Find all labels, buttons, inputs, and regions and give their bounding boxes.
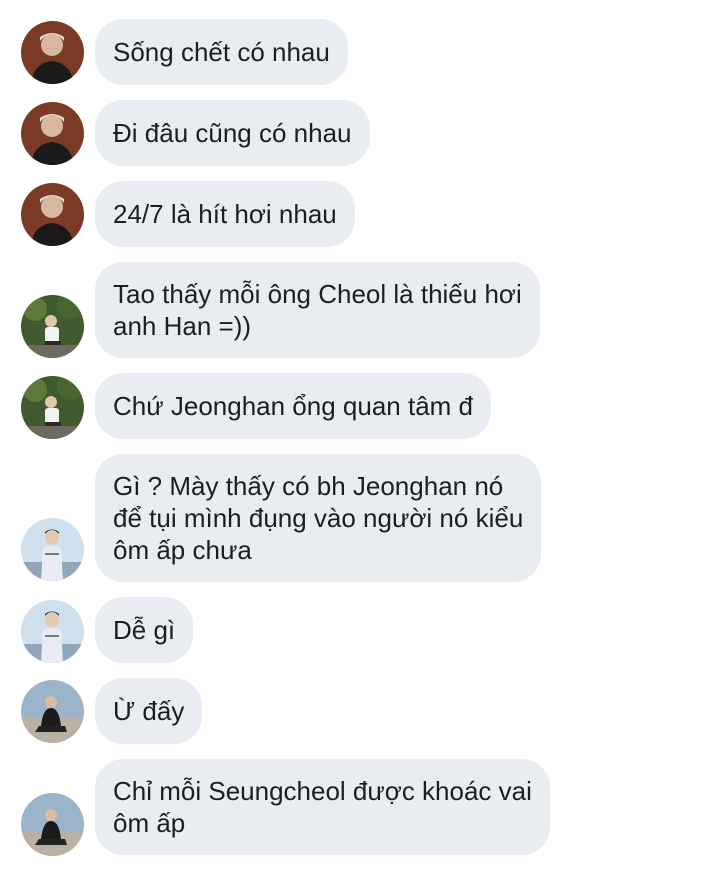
- message-bubble[interactable]: Gì ? Mày thấy có bh Jeonghan nó để tụi m…: [95, 454, 542, 582]
- avatar[interactable]: [21, 376, 84, 439]
- avatar[interactable]: [21, 295, 84, 358]
- message-bubble[interactable]: Dễ gì: [95, 597, 194, 663]
- avatar[interactable]: [21, 518, 84, 581]
- message-bubble[interactable]: Chứ Jeonghan ổng quan tâm đ: [95, 373, 492, 439]
- message-text: Đi đâu cũng có nhau: [113, 118, 352, 148]
- message-bubble[interactable]: Đi đâu cũng có nhau: [95, 100, 370, 166]
- message-text: Gì ? Mày thấy có bh Jeonghan nó để tụi m…: [113, 471, 524, 565]
- message-row: Ừ đấy: [0, 678, 720, 744]
- message-row: Chứ Jeonghan ổng quan tâm đ: [0, 373, 720, 439]
- message-text: Ừ đấy: [113, 696, 185, 726]
- avatar-user-b-icon: [21, 376, 84, 439]
- message-text: 24/7 là hít hơi nhau: [113, 199, 337, 229]
- avatar-user-a-icon: [21, 102, 84, 165]
- message-bubble[interactable]: Chỉ mỗi Seungcheol được khoác vai ôm ấp: [95, 759, 550, 855]
- avatar-user-a-icon: [21, 21, 84, 84]
- message-bubble[interactable]: Ừ đấy: [95, 678, 203, 744]
- message-text: Sống chết có nhau: [113, 37, 330, 67]
- avatar-user-c-icon: [21, 600, 84, 663]
- avatar[interactable]: [21, 102, 84, 165]
- message-thread: Sống chết có nhau Đi đâu cũng có nhau 24…: [0, 0, 720, 873]
- avatar-user-d-icon: [21, 680, 84, 743]
- avatar[interactable]: [21, 183, 84, 246]
- message-row: Đi đâu cũng có nhau: [0, 100, 720, 166]
- avatar[interactable]: [21, 21, 84, 84]
- message-bubble[interactable]: Sống chết có nhau: [95, 19, 348, 85]
- avatar[interactable]: [21, 600, 84, 663]
- avatar[interactable]: [21, 793, 84, 856]
- message-bubble[interactable]: 24/7 là hít hơi nhau: [95, 181, 355, 247]
- avatar-user-c-icon: [21, 518, 84, 581]
- message-row: Gì ? Mày thấy có bh Jeonghan nó để tụi m…: [0, 454, 720, 582]
- message-row: Tao thấy mỗi ông Cheol là thiếu hơi anh …: [0, 262, 720, 358]
- avatar-user-b-icon: [21, 295, 84, 358]
- message-text: Dễ gì: [113, 615, 176, 645]
- message-row: Dễ gì: [0, 597, 720, 663]
- message-text: Chỉ mỗi Seungcheol được khoác vai ôm ấp: [113, 776, 532, 838]
- message-text: Chứ Jeonghan ổng quan tâm đ: [113, 391, 474, 421]
- avatar[interactable]: [21, 680, 84, 743]
- message-text: Tao thấy mỗi ông Cheol là thiếu hơi anh …: [113, 279, 522, 341]
- message-row: 24/7 là hít hơi nhau: [0, 181, 720, 247]
- message-row: Sống chết có nhau: [0, 19, 720, 85]
- message-bubble[interactable]: Tao thấy mỗi ông Cheol là thiếu hơi anh …: [95, 262, 540, 358]
- avatar-user-a-icon: [21, 183, 84, 246]
- message-row: Chỉ mỗi Seungcheol được khoác vai ôm ấp: [0, 759, 720, 856]
- avatar-user-d-icon: [21, 793, 84, 856]
